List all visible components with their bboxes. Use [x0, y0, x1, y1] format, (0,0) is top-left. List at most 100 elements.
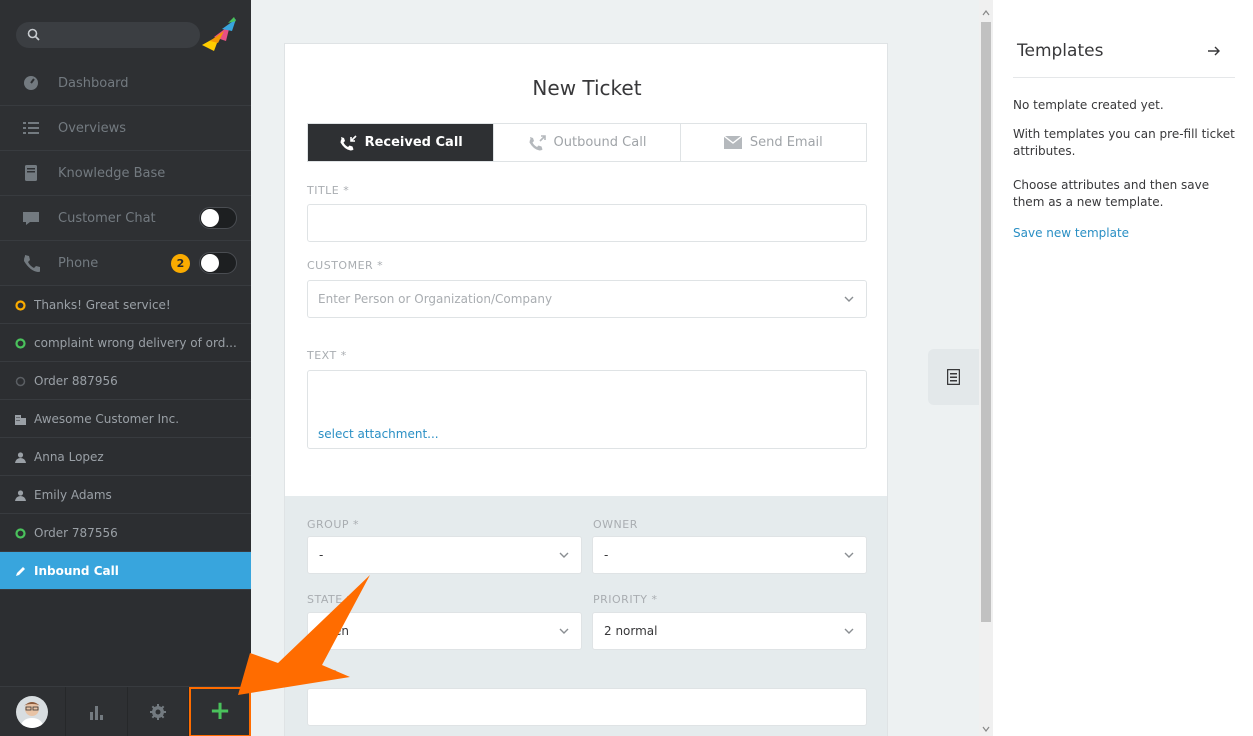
tab-received-call[interactable]: Received Call	[308, 124, 495, 161]
toggle-knob	[201, 209, 219, 227]
group-label: GROUP *	[307, 518, 360, 531]
task-item[interactable]: Order 787556	[0, 514, 251, 552]
ticket-attributes: GROUP * OWNER - - STATE * PRIORITY * ope…	[285, 496, 887, 736]
nav-item-dashboard[interactable]: Dashboard	[0, 61, 251, 106]
templates-instructions: Choose attributes and then save them as …	[1013, 178, 1210, 209]
avatar-image	[16, 696, 48, 728]
scroll-up-icon[interactable]	[982, 10, 990, 16]
task-label: Emily Adams	[34, 487, 112, 502]
task-label: complaint wrong delivery of ord...	[34, 335, 237, 350]
chevron-down-icon	[844, 296, 854, 302]
nav-item-label: Customer Chat	[58, 210, 156, 226]
chevron-down-icon	[844, 552, 854, 558]
select-attachment-link[interactable]: select attachment...	[318, 427, 439, 441]
nav-item-label: Knowledge Base	[58, 165, 166, 181]
task-item[interactable]: Thanks! Great service!	[0, 286, 251, 324]
chevron-down-icon	[559, 552, 569, 558]
tab-outbound-call[interactable]: Outbound Call	[494, 124, 681, 161]
owner-value: -	[604, 548, 609, 562]
templates-title: Templates	[1017, 41, 1104, 61]
tags-input[interactable]	[308, 689, 866, 725]
customer-input[interactable]	[308, 281, 866, 317]
avatar[interactable]	[16, 696, 48, 728]
owner-select[interactable]: -	[592, 536, 867, 574]
tab-send-email[interactable]: Send Email	[681, 124, 866, 161]
ticket-open-icon	[15, 528, 26, 539]
received-call-icon	[340, 134, 357, 150]
task-item[interactable]: Order 887956	[0, 362, 251, 400]
state-select[interactable]: open	[307, 612, 582, 650]
task-item[interactable]: Emily Adams	[0, 476, 251, 514]
nav-item-customer-chat[interactable]: Customer Chat	[0, 196, 251, 241]
scroll-thumb[interactable]	[981, 22, 991, 622]
chart-icon	[90, 706, 103, 720]
task-label: Thanks! Great service!	[34, 297, 171, 312]
templates-description: With templates you can pre-fill ticket a…	[1013, 127, 1235, 158]
text-label: TEXT *	[307, 349, 347, 362]
organization-icon	[15, 415, 26, 425]
chat-toggle[interactable]	[199, 207, 237, 229]
dashboard-icon	[24, 76, 38, 90]
ticket-mode-tabs: Received Call Outbound Call Send Email	[307, 123, 867, 162]
task-item[interactable]: complaint wrong delivery of ord...	[0, 324, 251, 362]
nav-item-label: Phone	[58, 255, 99, 271]
customer-label: CUSTOMER *	[307, 259, 384, 272]
phone-count-badge: 2	[171, 253, 190, 273]
title-label: TITLE *	[307, 184, 350, 197]
nav-item-knowledge-base[interactable]: Knowledge Base	[0, 151, 251, 196]
scroll-down-icon[interactable]	[982, 726, 990, 732]
task-item[interactable]: Anna Lopez	[0, 438, 251, 476]
ticket-open-icon	[15, 300, 26, 311]
add-button[interactable]: +	[189, 687, 251, 736]
logo-icon[interactable]	[200, 17, 238, 53]
sidebar: Dashboard Overviews Knowledge Base Custo…	[0, 0, 251, 736]
task-label: Inbound Call	[34, 563, 119, 578]
main-content: New Ticket Received Call Outbound Call S…	[251, 0, 979, 736]
priority-select[interactable]: 2 normal	[592, 612, 867, 650]
tab-label: Received Call	[364, 135, 463, 150]
phone-icon	[24, 255, 40, 272]
tab-label: Send Email	[749, 135, 823, 150]
page-title: New Ticket	[532, 76, 642, 100]
text-editor[interactable]: select attachment...	[307, 370, 867, 449]
main-scrollbar[interactable]	[979, 0, 993, 736]
phone-toggle[interactable]	[199, 252, 237, 274]
task-label: Order 887956	[34, 373, 118, 388]
arrow-right-icon[interactable]	[1207, 44, 1221, 58]
customer-field[interactable]	[307, 280, 867, 318]
search-input[interactable]	[46, 22, 196, 48]
group-select[interactable]: -	[307, 536, 582, 574]
list-icon	[23, 122, 39, 134]
nav-item-phone[interactable]: Phone 2	[0, 241, 251, 286]
tab-label: Outbound Call	[553, 135, 647, 150]
tags-field[interactable]	[307, 688, 867, 726]
avatar-cell[interactable]	[0, 687, 66, 736]
task-label: Anna Lopez	[34, 449, 104, 464]
ticket-open-icon	[15, 338, 26, 349]
sidebar-toggle-button[interactable]	[928, 349, 979, 405]
task-label: Order 787556	[34, 525, 118, 540]
owner-label: OWNER	[593, 518, 638, 531]
outbound-call-icon	[529, 134, 546, 150]
divider	[1013, 77, 1235, 78]
document-icon	[947, 369, 960, 385]
settings-cell[interactable]	[128, 687, 189, 736]
priority-label: PRIORITY *	[593, 593, 658, 606]
task-item[interactable]: Awesome Customer Inc.	[0, 400, 251, 438]
nav-item-label: Dashboard	[58, 75, 129, 91]
book-icon	[25, 165, 37, 181]
title-field[interactable]	[307, 204, 867, 242]
nav-item-label: Overviews	[58, 120, 126, 136]
email-icon	[723, 136, 742, 149]
nav-item-overviews[interactable]: Overviews	[0, 106, 251, 151]
stats-cell[interactable]	[66, 687, 128, 736]
state-value: open	[319, 624, 349, 638]
title-input[interactable]	[308, 205, 866, 241]
save-template-link[interactable]: Save new template	[1013, 226, 1129, 240]
task-item-active[interactable]: Inbound Call	[0, 552, 251, 590]
search-box[interactable]	[16, 22, 200, 48]
gear-icon	[150, 704, 166, 720]
chevron-down-icon	[844, 628, 854, 634]
task-label: Awesome Customer Inc.	[34, 411, 180, 426]
group-value: -	[319, 548, 324, 562]
